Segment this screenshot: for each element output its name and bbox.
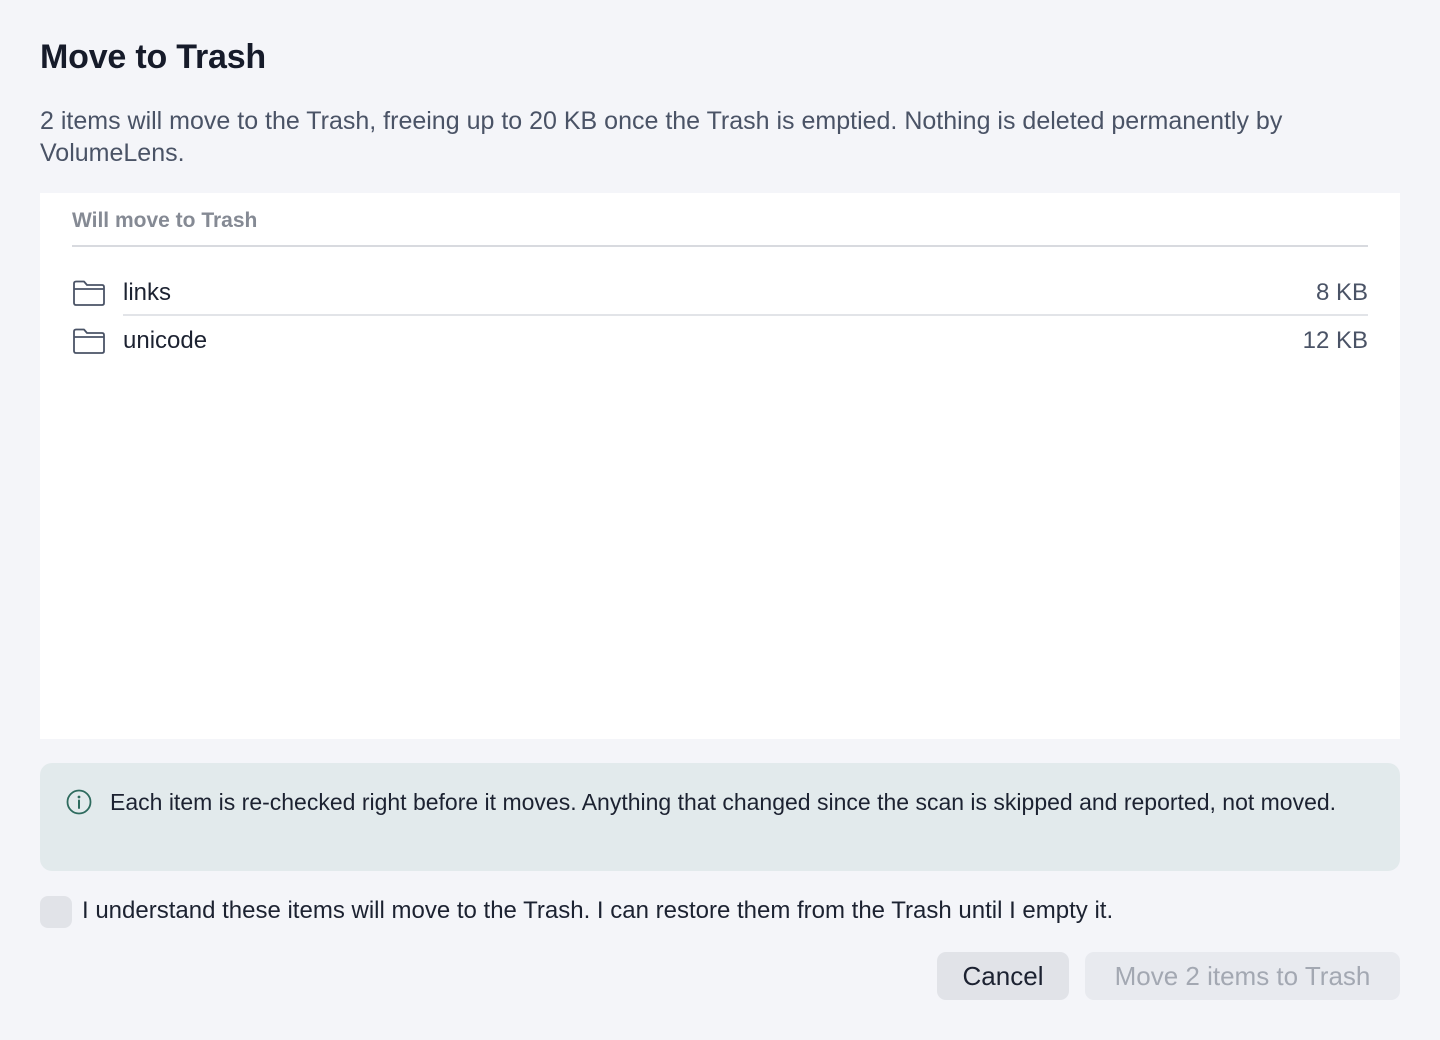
info-icon (66, 789, 92, 815)
folder-icon (73, 328, 105, 354)
list-item[interactable]: links 8 KB (72, 273, 1368, 321)
notice-text: Each item is re-checked right before it … (110, 789, 1337, 815)
recheck-notice: Each item is re-checked right before it … (40, 763, 1400, 871)
folder-icon (73, 280, 105, 306)
item-name: links (123, 279, 172, 306)
list-header-label: Will move to Trash (72, 209, 258, 232)
item-size: 12 KB (1302, 327, 1368, 354)
move-to-trash-button[interactable]: Move 2 items to Trash (1085, 952, 1400, 1000)
item-name: unicode (123, 327, 208, 354)
cancel-button[interactable]: Cancel (937, 952, 1069, 1000)
move-to-trash-dialog: Move to Trash 2 items will move to the T… (0, 0, 1440, 1040)
dialog-description: 2 items will move to the Trash, freeing … (40, 107, 1283, 167)
items-list: links 8 KB unicode 12 KB (72, 273, 1368, 369)
row-divider (123, 314, 1368, 316)
confirm-checkbox[interactable] (40, 896, 72, 928)
confirm-label[interactable]: I understand these items will move to th… (82, 897, 1113, 925)
items-list-panel: Will move to Trash links 8 KB unicode 12… (40, 193, 1400, 739)
item-size: 8 KB (1315, 279, 1368, 306)
list-item[interactable]: unicode 12 KB (72, 321, 1368, 369)
dialog-title: Move to Trash (40, 38, 267, 76)
list-header: Will move to Trash (72, 193, 1368, 247)
